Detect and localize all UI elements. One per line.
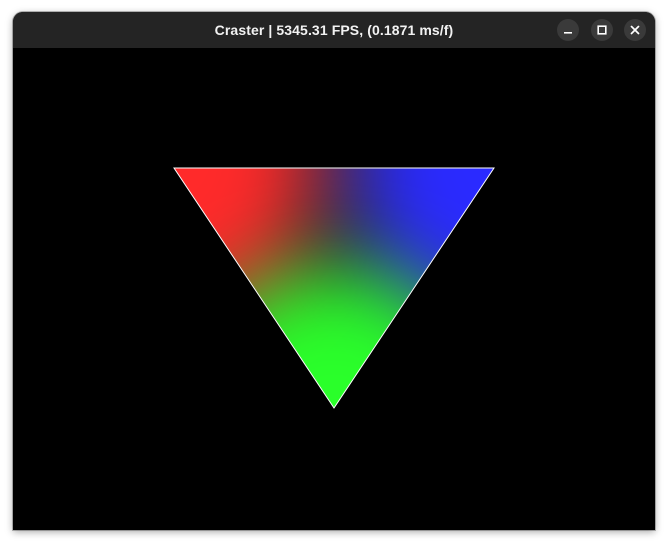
close-icon [630, 25, 640, 35]
render-surface [173, 167, 495, 409]
close-button[interactable] [624, 19, 646, 41]
minimize-icon [564, 32, 572, 34]
title-bar[interactable]: Craster | 5345.31 FPS, (0.1871 ms/f) [13, 12, 655, 49]
render-viewport[interactable] [13, 48, 655, 530]
app-window: Craster | 5345.31 FPS, (0.1871 ms/f) [13, 12, 655, 530]
maximize-icon [597, 25, 607, 35]
green-vertex-glow [184, 270, 484, 408]
shaded-triangle [174, 168, 494, 408]
maximize-button[interactable] [591, 19, 613, 41]
minimize-button[interactable] [557, 19, 579, 41]
